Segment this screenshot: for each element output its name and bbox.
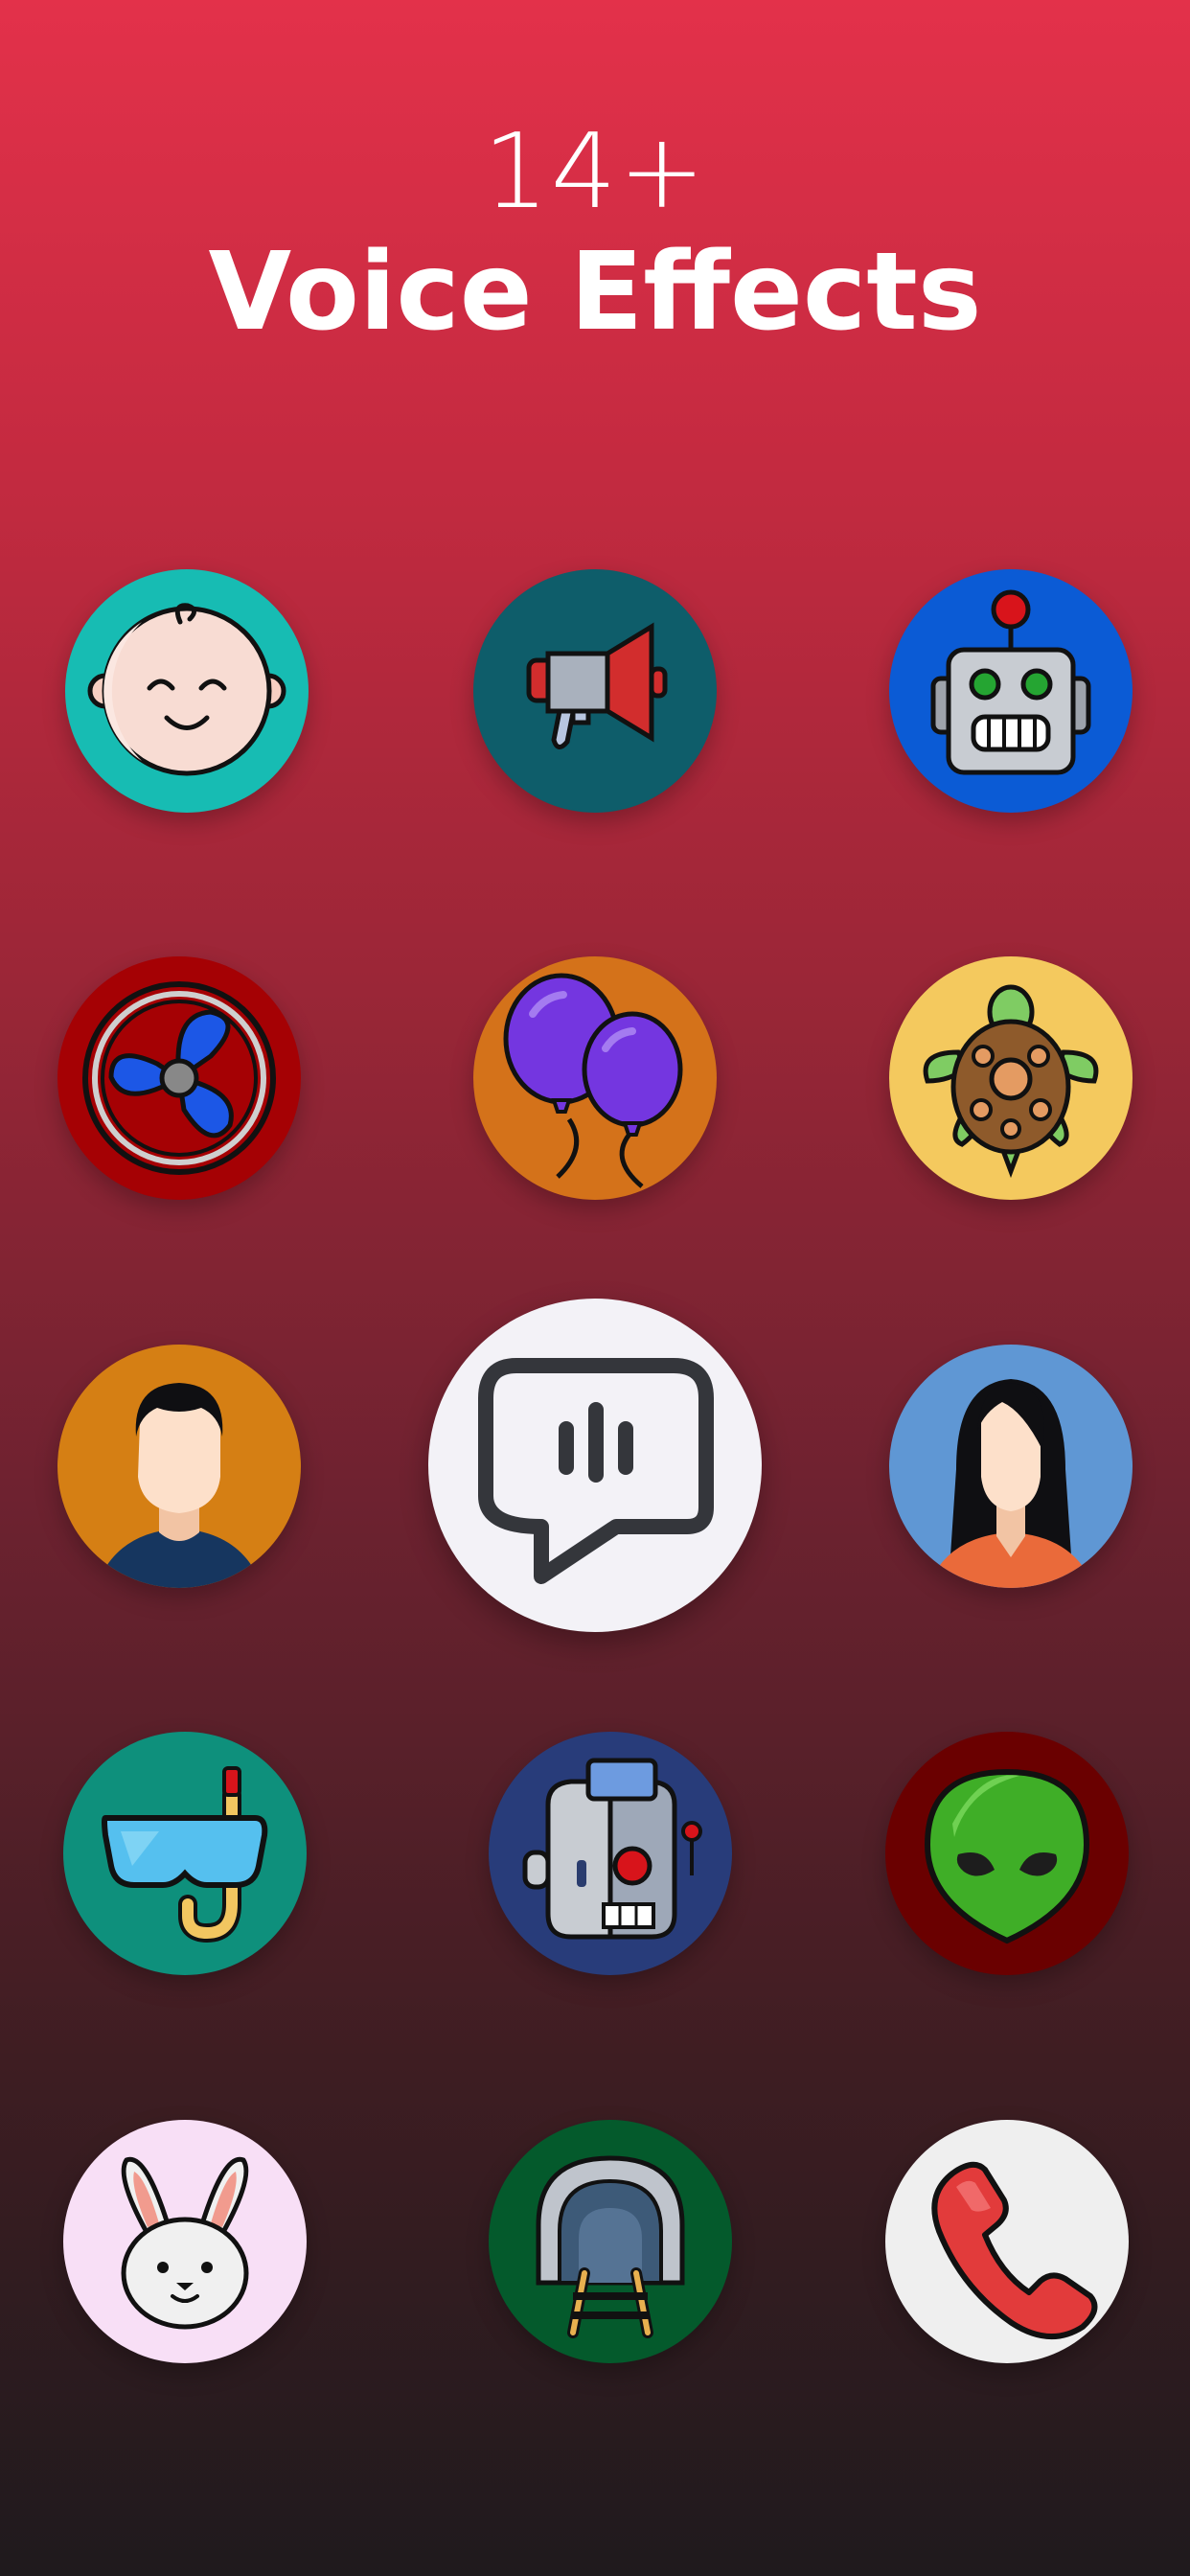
effect-cyborg-button[interactable]: [489, 1732, 732, 1975]
voice-message-icon: [478, 1358, 714, 1584]
page-title: Voice Effects: [208, 230, 982, 355]
alien-icon: [924, 1768, 1090, 1944]
effect-snorkel-button[interactable]: [63, 1732, 307, 1975]
effect-megaphone-button[interactable]: [473, 569, 717, 813]
robot-icon: [930, 589, 1091, 775]
effect-phone-button[interactable]: [885, 2120, 1129, 2363]
bunny-icon: [121, 2156, 249, 2330]
effects-count: 14+: [483, 112, 707, 232]
effect-alien-button[interactable]: [885, 1732, 1129, 1975]
tunnel-icon: [536, 2155, 685, 2338]
cyborg-icon: [522, 1758, 702, 1940]
baby-face-icon: [87, 603, 286, 776]
effect-fan-button[interactable]: [57, 956, 301, 1200]
voice-message-button[interactable]: [428, 1299, 762, 1632]
fan-icon: [82, 981, 276, 1175]
effect-baby-button[interactable]: [65, 569, 309, 813]
effect-turtle-button[interactable]: [889, 956, 1133, 1200]
turtle-icon: [923, 984, 1099, 1179]
woman-avatar-icon: [927, 1379, 1094, 1588]
headline: 14+ Voice Effects: [0, 112, 1190, 356]
snorkel-mask-icon: [102, 1766, 268, 1944]
balloons-icon: [503, 973, 683, 1188]
effect-man-button[interactable]: [57, 1345, 301, 1588]
effect-bunny-button[interactable]: [63, 2120, 307, 2363]
effect-robot-button[interactable]: [889, 569, 1133, 813]
phone-icon: [931, 2161, 1098, 2339]
man-avatar-icon: [96, 1383, 263, 1588]
megaphone-icon: [526, 622, 668, 749]
effect-woman-button[interactable]: [889, 1345, 1133, 1588]
effect-balloons-button[interactable]: [473, 956, 717, 1200]
effect-tunnel-button[interactable]: [489, 2120, 732, 2363]
